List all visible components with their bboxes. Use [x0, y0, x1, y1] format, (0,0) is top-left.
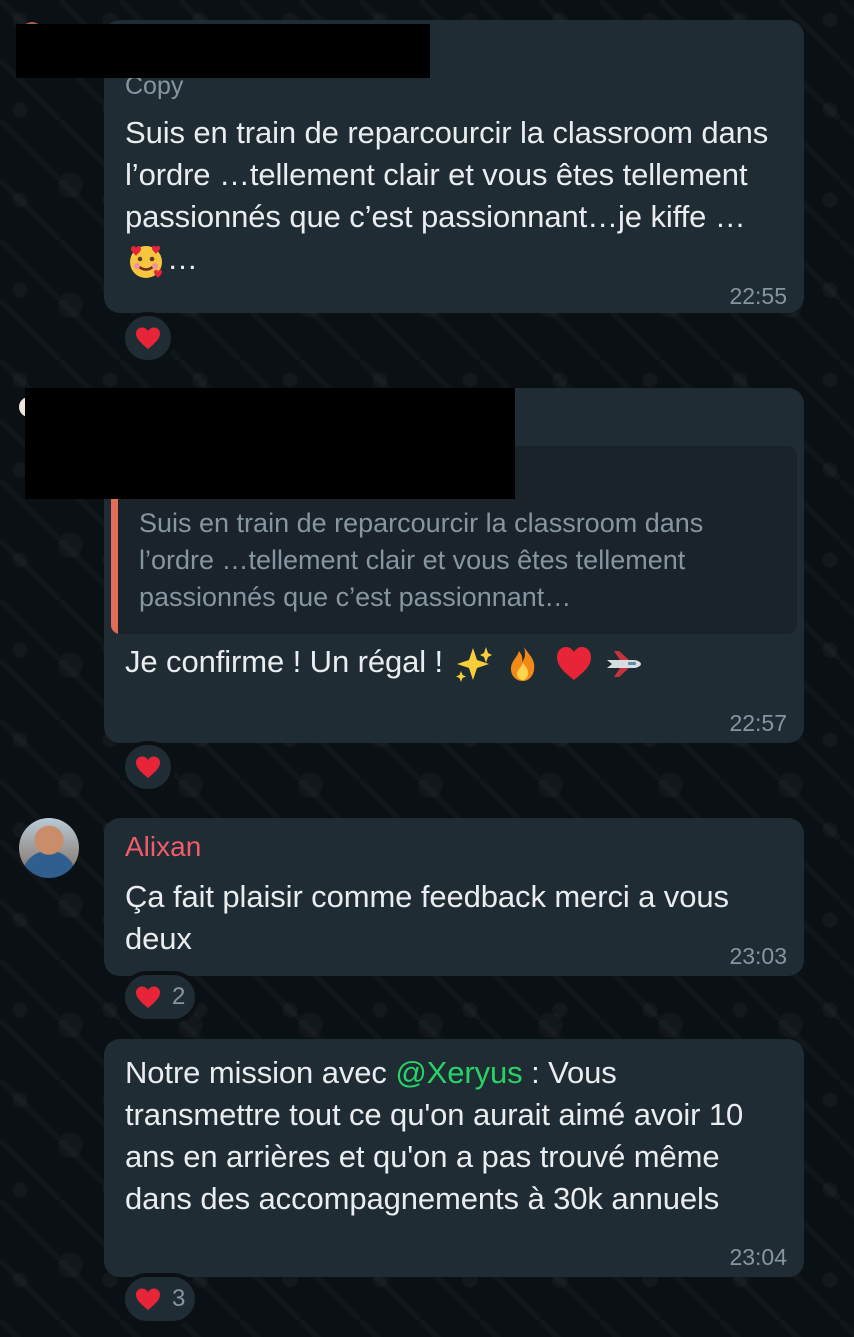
heart-icon	[135, 1288, 161, 1311]
heart-icon	[135, 327, 161, 350]
smiling-face-with-hearts-icon	[127, 242, 165, 280]
heart-icon	[135, 756, 161, 779]
message-bubble-3[interactable]: Alixan Ça fait plaisir comme feedback me…	[104, 818, 804, 976]
sender-name[interactable]: Alixan	[125, 831, 201, 863]
message-text: Notre mission avec @Xeryus : Vous transm…	[125, 1055, 744, 1216]
heart-reaction[interactable]	[121, 312, 175, 364]
sparkles-icon	[454, 645, 492, 683]
mention-xeryus[interactable]: @Xeryus	[395, 1055, 522, 1090]
heart-reaction[interactable]	[121, 741, 175, 793]
message-bubble-1[interactable]: Copy Suis en train de reparcourcir la cl…	[16, 20, 804, 313]
message-text: Ça fait plaisir comme feedback merci a v…	[125, 879, 729, 956]
message-time: 23:04	[729, 1244, 787, 1270]
reaction-count: 2	[172, 983, 186, 1010]
heart-reaction[interactable]: 3	[121, 1273, 200, 1325]
message-time: 22:57	[729, 710, 787, 736]
reaction-count: 3	[172, 1285, 186, 1312]
message-text: Je confirme ! Un régal !	[125, 641, 780, 683]
message-time: 23:03	[729, 943, 787, 969]
heart-emoji-icon	[555, 645, 593, 683]
message-time: 22:55	[729, 283, 787, 309]
redacted-sender	[25, 388, 515, 499]
message-bubble-4[interactable]: Notre mission avec @Xeryus : Vous transm…	[104, 1039, 804, 1277]
avatar-alixan[interactable]	[19, 818, 79, 878]
quoted-message-text: Suis en train de reparcourcir la classro…	[139, 508, 704, 612]
message-text: Suis en train de reparcourcir la classro…	[125, 112, 780, 280]
heart-icon	[135, 986, 161, 1009]
fire-icon	[504, 645, 542, 683]
message-bubble-2[interactable]: Suis en train de reparcourcir la classro…	[25, 388, 804, 743]
heart-reaction[interactable]: 2	[121, 971, 200, 1023]
redacted-sender	[16, 24, 430, 78]
airplane-icon	[605, 645, 643, 683]
